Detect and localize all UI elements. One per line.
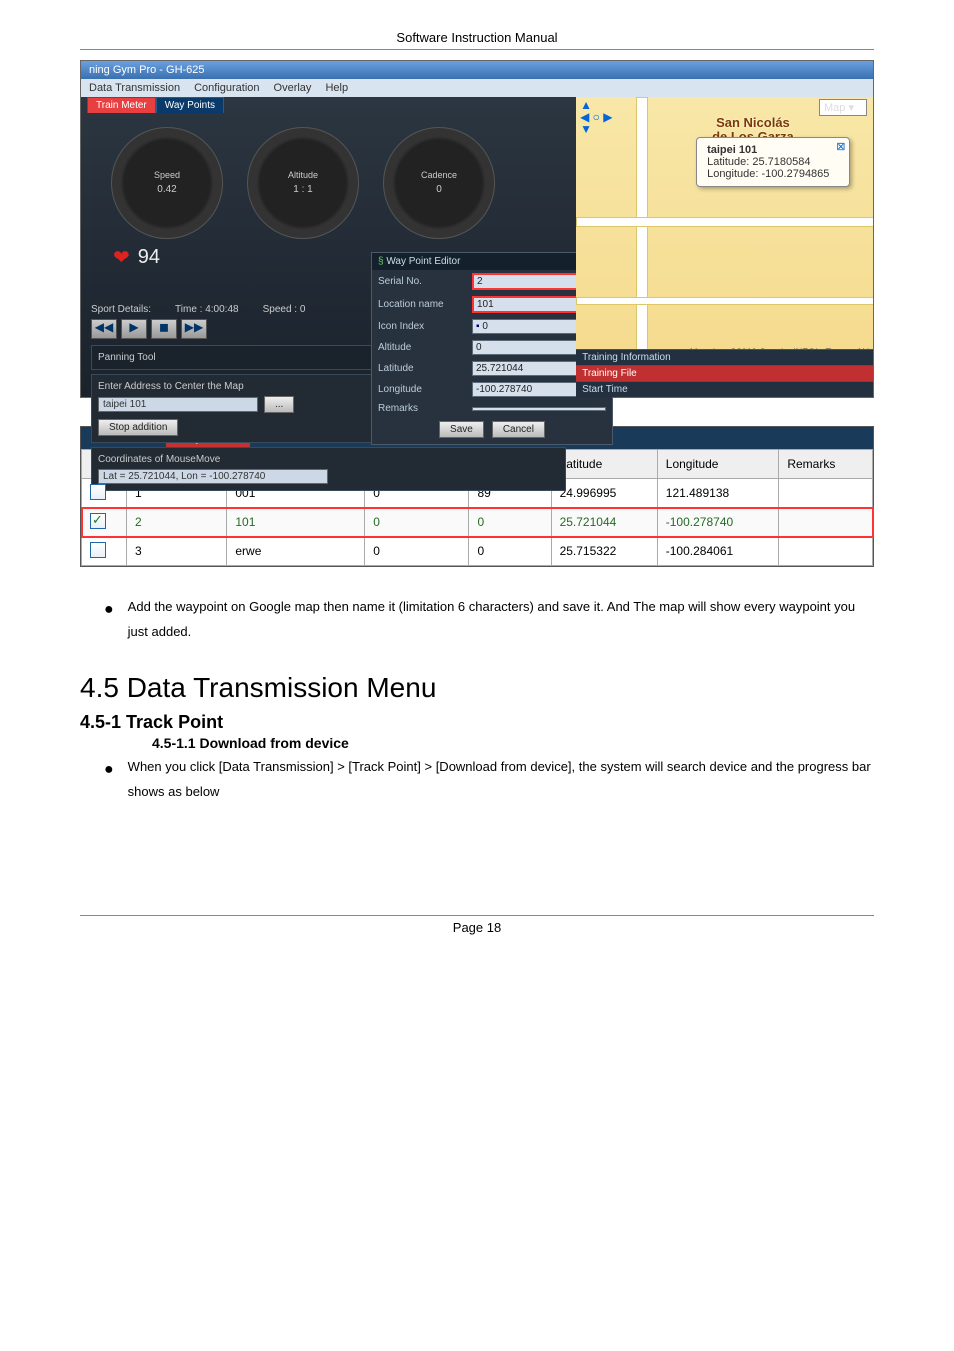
gauge-cadence-label: Cadence — [384, 170, 494, 180]
heading-4-5-1-1: 4.5-1.1 Download from device — [152, 735, 874, 751]
app-titlebar: ning Gym Pro - GH-625 — [81, 61, 873, 79]
wp-save-button[interactable]: Save — [439, 421, 484, 438]
wp-location-label: Location name — [378, 299, 466, 310]
sport-details-time: Time : 4:00:48 — [175, 304, 239, 315]
left-tabs: Train Meter Way Points — [87, 97, 224, 113]
menu-help[interactable]: Help — [325, 82, 348, 94]
paragraph-add-waypoint-text: Add the waypoint on Google map then name… — [128, 595, 874, 644]
cell-remarks — [779, 479, 873, 508]
play-stop-button[interactable]: ◼ — [151, 319, 177, 339]
col-remarks: Remarks — [779, 450, 873, 479]
wp-longitude-label: Longitude — [378, 384, 466, 395]
col-longitude: Longitude — [657, 450, 779, 479]
paragraph-add-waypoint: ● Add the waypoint on Google map then na… — [104, 595, 874, 644]
mouse-coords-value: Lat = 25.721044, Lon = -100.278740 — [98, 469, 328, 484]
play-forward-button[interactable]: ▶▶ — [181, 319, 207, 339]
app-left-pane: Train Meter Way Points Speed 0.42 Altitu… — [81, 97, 576, 397]
gauge-altitude: Altitude 1 : 1 — [247, 127, 359, 239]
gauge-speed-value: 0.42 — [112, 184, 222, 195]
cell-location: 101 — [227, 508, 365, 537]
mouse-coords-panel: Coordinates of MouseMove Lat = 25.721044… — [91, 447, 566, 491]
balloon-lat: Latitude: 25.7180584 — [707, 156, 829, 168]
balloon-close-icon[interactable]: ⊠ — [836, 140, 845, 153]
page-footer: Page 18 — [80, 915, 874, 975]
wp-icon-label: Icon Index — [378, 321, 466, 332]
gauge-cadence: Cadence 0 — [383, 127, 495, 239]
menu-data-transmission[interactable]: Data Transmission — [89, 82, 180, 94]
panel-start-time: Start Time — [576, 381, 873, 397]
app-screenshot: ning Gym Pro - GH-625 Data Transmission … — [80, 60, 874, 398]
cell-remarks — [779, 537, 873, 566]
app-menubar: Data Transmission Configuration Overlay … — [81, 79, 873, 97]
page-content: ning Gym Pro - GH-625 Data Transmission … — [80, 60, 874, 805]
map-type-dropdown[interactable]: Map ▾ — [819, 99, 867, 116]
stop-addition-button[interactable]: Stop addition — [98, 419, 178, 436]
sport-details-label: Sport Details: — [91, 304, 151, 315]
map-city-label-1: San Nicolás — [716, 115, 790, 130]
gauges-row: Speed 0.42 Altitude 1 : 1 Cadence 0 — [111, 127, 566, 239]
balloon-lon: Longitude: -100.2794865 — [707, 168, 829, 180]
bullet-icon: ● — [104, 755, 114, 804]
heart-icon: ❤ — [113, 245, 130, 270]
heading-4-5-1: 4.5-1 Track Point — [80, 712, 874, 733]
page-header: Software Instruction Manual — [0, 0, 954, 49]
wp-serial-label: Serial No. — [378, 276, 466, 287]
waypoint-editor-title: Way Point Editor — [386, 256, 460, 267]
gauge-altitude-value: 1 : 1 — [248, 184, 358, 195]
cell-altitude: 0 — [469, 508, 551, 537]
play-play-button[interactable]: ▶ — [121, 319, 147, 339]
wp-altitude-label: Altitude — [378, 342, 466, 353]
balloon-title: taipei 101 — [707, 144, 829, 156]
sport-details-speed: Speed : 0 — [263, 304, 306, 315]
header-rule — [80, 49, 874, 50]
gauge-altitude-label: Altitude — [248, 170, 358, 180]
panning-tool-label: Panning Tool — [98, 352, 156, 363]
wp-cancel-button[interactable]: Cancel — [492, 421, 545, 438]
app-map-pane[interactable]: Map ▾ ▲◀ ○ ▶▼ San Nicolás de Los Garza ⊠… — [576, 97, 873, 397]
panel-training-information[interactable]: Training Information — [576, 349, 873, 365]
row-checkbox[interactable] — [90, 484, 106, 500]
cell-longitude: 121.489138 — [657, 479, 779, 508]
cell-icon: 0 — [365, 508, 469, 537]
play-rewind-button[interactable]: ◀◀ — [91, 319, 117, 339]
cell-serial: 3 — [127, 537, 227, 566]
table-row[interactable]: 21010025.721044-100.278740 — [82, 508, 873, 537]
cell-longitude: -100.284061 — [657, 537, 779, 566]
heart-rate-value: 94 — [138, 246, 160, 269]
tab-train-meter[interactable]: Train Meter — [87, 97, 156, 113]
cell-latitude: 25.715322 — [551, 537, 657, 566]
paragraph-download-from-device: ● When you click [Data Transmission] > [… — [104, 755, 874, 804]
waypoint-editor-icon: § — [378, 256, 384, 267]
gauge-speed: Speed 0.42 — [111, 127, 223, 239]
wp-remarks-label: Remarks — [378, 403, 466, 414]
mouse-coords-label: Coordinates of MouseMove — [98, 454, 559, 465]
gauge-speed-label: Speed — [112, 170, 222, 180]
cell-location: erwe — [227, 537, 365, 566]
cell-latitude: 24.996995 — [551, 479, 657, 508]
bullet-icon: ● — [104, 595, 114, 644]
menu-configuration[interactable]: Configuration — [194, 82, 259, 94]
wp-remarks-input[interactable] — [472, 407, 606, 411]
cell-altitude: 0 — [469, 537, 551, 566]
heading-4-5: 4.5 Data Transmission Menu — [80, 672, 874, 704]
row-checkbox[interactable] — [90, 513, 106, 529]
paragraph-download-from-device-text: When you click [Data Transmission] > [Tr… — [128, 755, 874, 804]
col-latitude: Latitude — [551, 450, 657, 479]
wp-latitude-label: Latitude — [378, 363, 466, 374]
cell-latitude: 25.721044 — [551, 508, 657, 537]
menu-overlay[interactable]: Overlay — [274, 82, 312, 94]
row-checkbox[interactable] — [90, 542, 106, 558]
cell-longitude: -100.278740 — [657, 508, 779, 537]
center-map-go-button[interactable]: ... — [264, 396, 294, 413]
map-info-balloon: ⊠ taipei 101 Latitude: 25.7180584 Longit… — [696, 137, 850, 187]
cell-remarks — [779, 508, 873, 537]
table-row[interactable]: 3erwe0025.715322-100.284061 — [82, 537, 873, 566]
cell-serial: 2 — [127, 508, 227, 537]
tab-way-points[interactable]: Way Points — [156, 97, 224, 113]
map-pan-control[interactable]: ▲◀ ○ ▶▼ — [580, 99, 612, 135]
panel-training-file[interactable]: Training File — [576, 365, 873, 381]
gauge-cadence-value: 0 — [384, 184, 494, 195]
cell-icon: 0 — [365, 537, 469, 566]
center-map-input[interactable]: taipei 101 — [98, 397, 258, 412]
